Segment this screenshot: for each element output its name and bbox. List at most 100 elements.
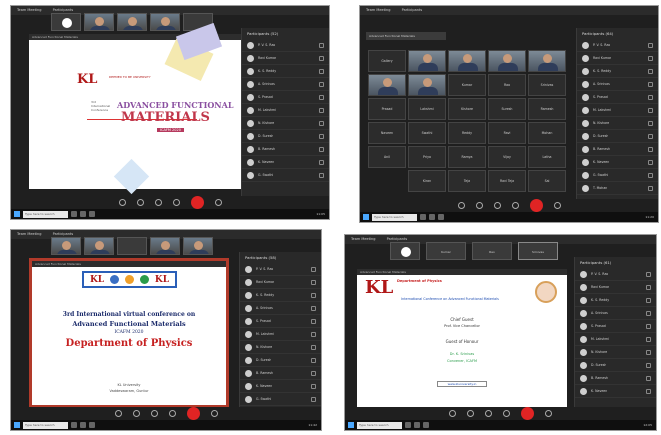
more-button[interactable] xyxy=(545,410,552,417)
grid-tile[interactable]: Suresh xyxy=(488,98,526,120)
participant-item[interactable]: K. S. Reddy xyxy=(575,294,656,307)
app-icon[interactable] xyxy=(420,214,426,220)
video-tile[interactable] xyxy=(51,12,81,31)
windows-icon[interactable] xyxy=(14,211,20,217)
participant-item[interactable]: M. Lakshmi xyxy=(575,333,656,346)
chat-button[interactable] xyxy=(172,199,180,206)
participant-item[interactable]: K. S. Reddy xyxy=(577,65,658,78)
leave-button[interactable] xyxy=(529,199,543,212)
participant-item[interactable]: P. V. S. Rao xyxy=(240,263,321,276)
leave-button[interactable] xyxy=(521,407,534,420)
participant-item[interactable]: S. Prasad xyxy=(577,91,658,104)
participant-item[interactable]: G. Swathi xyxy=(577,169,658,182)
video-tile[interactable]: Srinivas xyxy=(518,241,558,260)
more-button[interactable] xyxy=(214,199,222,206)
more-button[interactable] xyxy=(553,202,561,209)
video-tile[interactable] xyxy=(117,12,147,31)
menu-participants[interactable]: Participants xyxy=(387,237,408,241)
participant-item[interactable]: K. Naveen xyxy=(240,380,321,393)
participant-item[interactable]: P. V. S. Rao xyxy=(575,268,656,281)
video-tile[interactable] xyxy=(51,236,81,255)
menu-participants[interactable]: Participants xyxy=(53,232,74,236)
app-icon[interactable] xyxy=(89,211,95,217)
app-icon[interactable] xyxy=(438,214,444,220)
grid-tile[interactable]: Teja xyxy=(448,170,486,192)
participant-item[interactable]: A. Srinivas xyxy=(577,78,658,91)
share-button[interactable] xyxy=(154,199,162,206)
camera-button[interactable] xyxy=(475,202,483,209)
app-icon[interactable] xyxy=(405,422,411,428)
share-button[interactable] xyxy=(493,202,501,209)
grid-tile[interactable]: Mohan xyxy=(528,122,566,144)
participant-item[interactable]: P. V. S. Rao xyxy=(242,39,329,52)
participant-item[interactable]: A. Srinivas xyxy=(242,78,329,91)
grid-tile[interactable]: Ravi Teja xyxy=(488,170,526,192)
participant-item[interactable]: B. Ramesh xyxy=(575,372,656,385)
participant-item[interactable]: K. Naveen xyxy=(242,156,329,169)
grid-tile[interactable]: Ramya xyxy=(448,146,486,168)
grid-tile[interactable]: Reddy xyxy=(448,122,486,144)
grid-tile[interactable]: Kumar xyxy=(448,74,486,96)
view-tab[interactable]: Advanced Functional Materials xyxy=(366,32,446,40)
participant-item[interactable]: K. S. Reddy xyxy=(240,289,321,302)
mic-button[interactable] xyxy=(114,410,122,417)
taskbar-search[interactable]: Type here to search xyxy=(23,210,68,218)
participant-item[interactable]: D. Suresh xyxy=(577,130,658,143)
more-button[interactable] xyxy=(210,410,218,417)
grid-tile[interactable]: Latha xyxy=(528,146,566,168)
mic-button[interactable] xyxy=(118,199,126,206)
share-button[interactable] xyxy=(150,410,158,417)
grid-tile[interactable]: Prasad xyxy=(368,98,406,120)
participant-item[interactable]: S. Prasad xyxy=(240,315,321,328)
grid-tile[interactable] xyxy=(488,50,526,72)
app-icon[interactable] xyxy=(71,211,77,217)
grid-tile[interactable] xyxy=(448,50,486,72)
grid-tile[interactable]: Lakshmi xyxy=(408,98,446,120)
app-icon[interactable] xyxy=(429,214,435,220)
participant-item[interactable]: B. Ramesh xyxy=(240,367,321,380)
participant-item[interactable]: M. Lakshmi xyxy=(577,104,658,117)
grid-tile[interactable]: Swathi xyxy=(408,122,446,144)
chat-button[interactable] xyxy=(168,410,176,417)
taskbar-search[interactable]: Type here to search xyxy=(372,213,417,221)
app-icon[interactable] xyxy=(423,422,429,428)
app-icon[interactable] xyxy=(414,422,420,428)
participant-item[interactable]: D. Suresh xyxy=(242,130,329,143)
camera-button[interactable] xyxy=(136,199,144,206)
participant-item[interactable]: Ravi Kumar xyxy=(242,52,329,65)
taskbar-search[interactable]: Type here to search xyxy=(23,421,68,429)
participant-item[interactable]: Ravi Kumar xyxy=(577,52,658,65)
video-tile[interactable] xyxy=(84,12,114,31)
video-tile[interactable] xyxy=(150,12,180,31)
participant-item[interactable]: P. V. S. Rao xyxy=(577,39,658,52)
slide-link[interactable]: www.kluniversity.in xyxy=(437,381,487,387)
participant-item[interactable]: K. Naveen xyxy=(575,385,656,398)
app-icon[interactable] xyxy=(80,211,86,217)
participant-item[interactable]: S. Prasad xyxy=(575,320,656,333)
participant-item[interactable]: M. Lakshmi xyxy=(242,104,329,117)
camera-button[interactable] xyxy=(132,410,140,417)
grid-tile[interactable]: Gallery xyxy=(368,50,406,72)
share-button[interactable] xyxy=(485,410,492,417)
participant-item[interactable]: G. Swathi xyxy=(240,393,321,406)
mic-button[interactable] xyxy=(457,202,465,209)
menu-participants[interactable]: Participants xyxy=(402,8,423,12)
grid-tile[interactable]: Rao xyxy=(488,74,526,96)
video-tile[interactable] xyxy=(183,236,213,255)
participant-item[interactable]: G. Swathi xyxy=(242,169,329,182)
camera-button[interactable] xyxy=(467,410,474,417)
participant-item[interactable]: Ravi Kumar xyxy=(575,281,656,294)
windows-icon[interactable] xyxy=(14,422,20,428)
participant-item[interactable]: N. Kishore xyxy=(242,117,329,130)
participant-item[interactable]: B. Ramesh xyxy=(242,143,329,156)
participant-item[interactable]: D. Suresh xyxy=(240,354,321,367)
participant-item[interactable]: S. Prasad xyxy=(242,91,329,104)
participant-item[interactable]: Ravi Kumar xyxy=(240,276,321,289)
grid-tile[interactable]: Vijay xyxy=(488,146,526,168)
participant-item[interactable]: M. Lakshmi xyxy=(240,328,321,341)
grid-tile[interactable]: Ravi xyxy=(488,122,526,144)
mic-button[interactable] xyxy=(449,410,456,417)
participant-item[interactable]: K. S. Reddy xyxy=(242,65,329,78)
grid-tile[interactable]: Srinivas xyxy=(528,74,566,96)
video-tile[interactable] xyxy=(117,236,147,255)
